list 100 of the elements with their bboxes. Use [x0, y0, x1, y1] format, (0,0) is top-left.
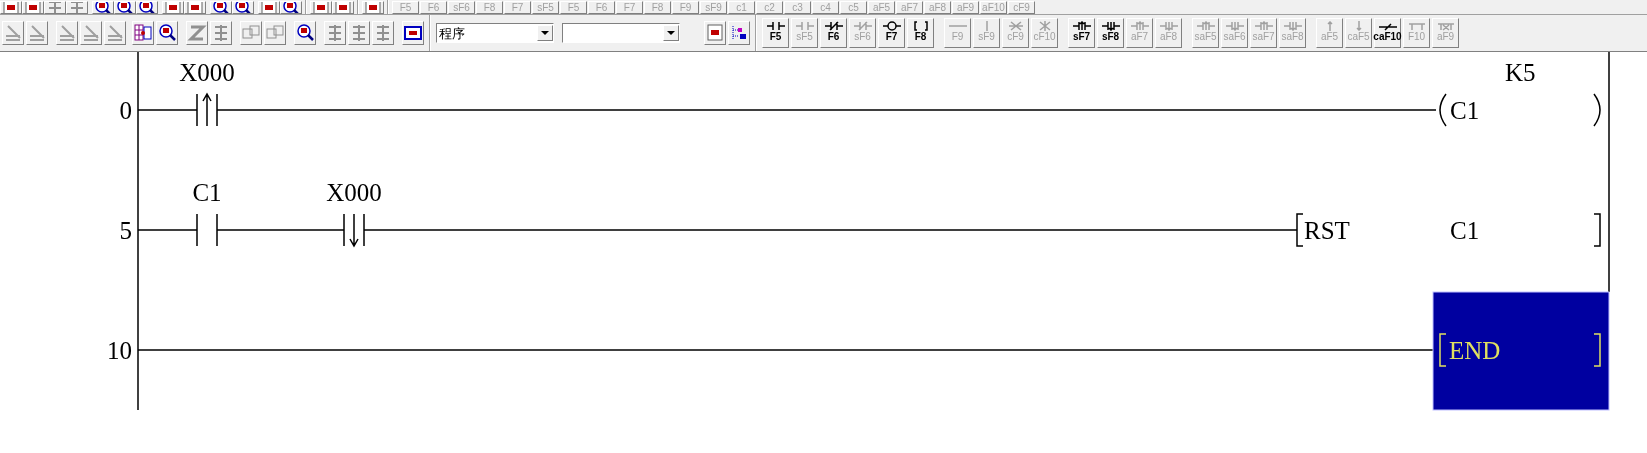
key-button[interactable]: sF7 [1068, 18, 1095, 48]
falling-contact-icon [1225, 21, 1244, 31]
toolbar-button[interactable] [310, 1, 332, 14]
close-bracket [1593, 333, 1601, 367]
hatched-icon [57, 23, 77, 43]
key-button[interactable]: aF9 [1432, 18, 1459, 48]
toolbar-button[interactable] [162, 1, 184, 14]
falling-contact-icon [1159, 21, 1178, 31]
key-button[interactable]: F8 [907, 18, 934, 48]
device-label: X000 [326, 179, 382, 206]
contact-symbol [196, 213, 218, 247]
key-button[interactable]: sF6 [849, 18, 876, 48]
key-button[interactable]: c4 [812, 1, 839, 14]
key-button[interactable]: saF6 [1221, 18, 1248, 48]
key-button[interactable]: aF9 [952, 1, 979, 14]
key-button[interactable]: cF10 [1031, 18, 1058, 48]
key-button[interactable]: F5 [762, 18, 789, 48]
key-button[interactable]: c5 [840, 1, 867, 14]
toolbar-button[interactable] [184, 1, 206, 14]
rising-contact-icon [1196, 21, 1215, 31]
hatched-icon [81, 23, 101, 43]
key-button[interactable]: sF9 [973, 18, 1000, 48]
toolbar-button[interactable] [132, 21, 154, 45]
key-button[interactable]: c2 [756, 1, 783, 14]
toolbar-button[interactable] [0, 1, 22, 14]
key-button[interactable]: F8 [476, 1, 503, 14]
key-button[interactable]: aF5 [1316, 18, 1343, 48]
key-button[interactable]: sF8 [1097, 18, 1124, 48]
key-button[interactable]: sF5 [791, 18, 818, 48]
coil-open-paren [1439, 93, 1447, 127]
key-button[interactable]: aF7 [1126, 18, 1153, 48]
key-button[interactable]: c3 [784, 1, 811, 14]
toolbar-button[interactable] [92, 1, 114, 14]
bracket-icon [913, 21, 928, 31]
toolbar-button[interactable] [728, 21, 750, 45]
toolbar-button[interactable] [22, 1, 44, 14]
key-button[interactable]: caF5 [1345, 18, 1372, 48]
key-button[interactable]: caF10 [1374, 18, 1401, 48]
key-button[interactable]: F8 [644, 1, 671, 14]
toolbar-button[interactable] [704, 21, 726, 45]
toolbar-button[interactable] [362, 1, 384, 14]
key-button[interactable]: aF8 [924, 1, 951, 14]
arrow-icon [1355, 21, 1362, 31]
document-icon [705, 23, 725, 43]
cross-icon [1007, 21, 1024, 31]
line-icon [985, 21, 988, 31]
step-number: 5 [119, 217, 132, 244]
end-instruction: END [1449, 337, 1501, 364]
contact-icon [766, 21, 785, 31]
key-button[interactable]: aF5 [868, 1, 895, 14]
open-bracket [1439, 333, 1447, 367]
close-bracket [1593, 213, 1601, 247]
coil-constant: K5 [1505, 59, 1536, 86]
asterisk-icon [1038, 21, 1051, 31]
dropdown[interactable] [562, 23, 680, 43]
open-bracket [1296, 213, 1304, 247]
toolbar-button[interactable] [232, 1, 254, 14]
step-number: 0 [119, 97, 132, 124]
key-button[interactable]: F7 [878, 18, 905, 48]
key-button[interactable]: F7 [504, 1, 531, 14]
key-button[interactable]: cF9 [1002, 18, 1029, 48]
key-button[interactable]: F9 [944, 18, 971, 48]
key-button[interactable]: saF7 [1250, 18, 1277, 48]
toolbar-button[interactable] [258, 1, 280, 14]
key-button[interactable]: saF5 [1192, 18, 1219, 48]
key-button[interactable]: F6 [588, 1, 615, 14]
magnifier-icon [157, 23, 177, 43]
toolbar-button[interactable] [136, 1, 158, 14]
key-button[interactable]: F7 [616, 1, 643, 14]
key-button[interactable]: sF6 [448, 1, 475, 14]
toolbar-button[interactable] [114, 1, 136, 14]
arrow-icon [1326, 21, 1333, 31]
device-label: X000 [179, 59, 235, 86]
key-button[interactable]: F5 [560, 1, 587, 14]
key-button[interactable]: sF5 [532, 1, 559, 14]
instruction-operand: C1 [1450, 217, 1480, 244]
key-button[interactable]: cF9 [1008, 1, 1035, 14]
toolbar-button[interactable] [294, 21, 316, 45]
step-number: 10 [107, 337, 132, 364]
key-button[interactable]: F5 [392, 1, 419, 14]
toolbar-button[interactable] [280, 1, 302, 14]
dropdown[interactable]: 程序 [436, 23, 554, 43]
toolbar-button[interactable] [156, 21, 178, 45]
key-button[interactable]: F9 [672, 1, 699, 14]
key-button[interactable]: aF7 [896, 1, 923, 14]
key-button[interactable]: c1 [728, 1, 755, 14]
key-button[interactable]: aF10 [980, 1, 1007, 14]
toolbar-button[interactable] [332, 1, 354, 14]
key-button[interactable]: aF8 [1155, 18, 1182, 48]
key-button[interactable]: F6 [820, 18, 847, 48]
grid-icon [133, 23, 153, 43]
falling-contact-icon [1101, 21, 1120, 31]
key-button[interactable]: F10 [1403, 18, 1430, 48]
slash-line-icon [1378, 23, 1397, 31]
toolbar-button[interactable] [402, 21, 424, 45]
magnifier-icon [295, 23, 315, 43]
key-button[interactable]: F6 [420, 1, 447, 14]
key-button[interactable]: sF9 [700, 1, 727, 14]
key-button[interactable]: saF8 [1279, 18, 1306, 48]
toolbar-button[interactable] [210, 1, 232, 14]
